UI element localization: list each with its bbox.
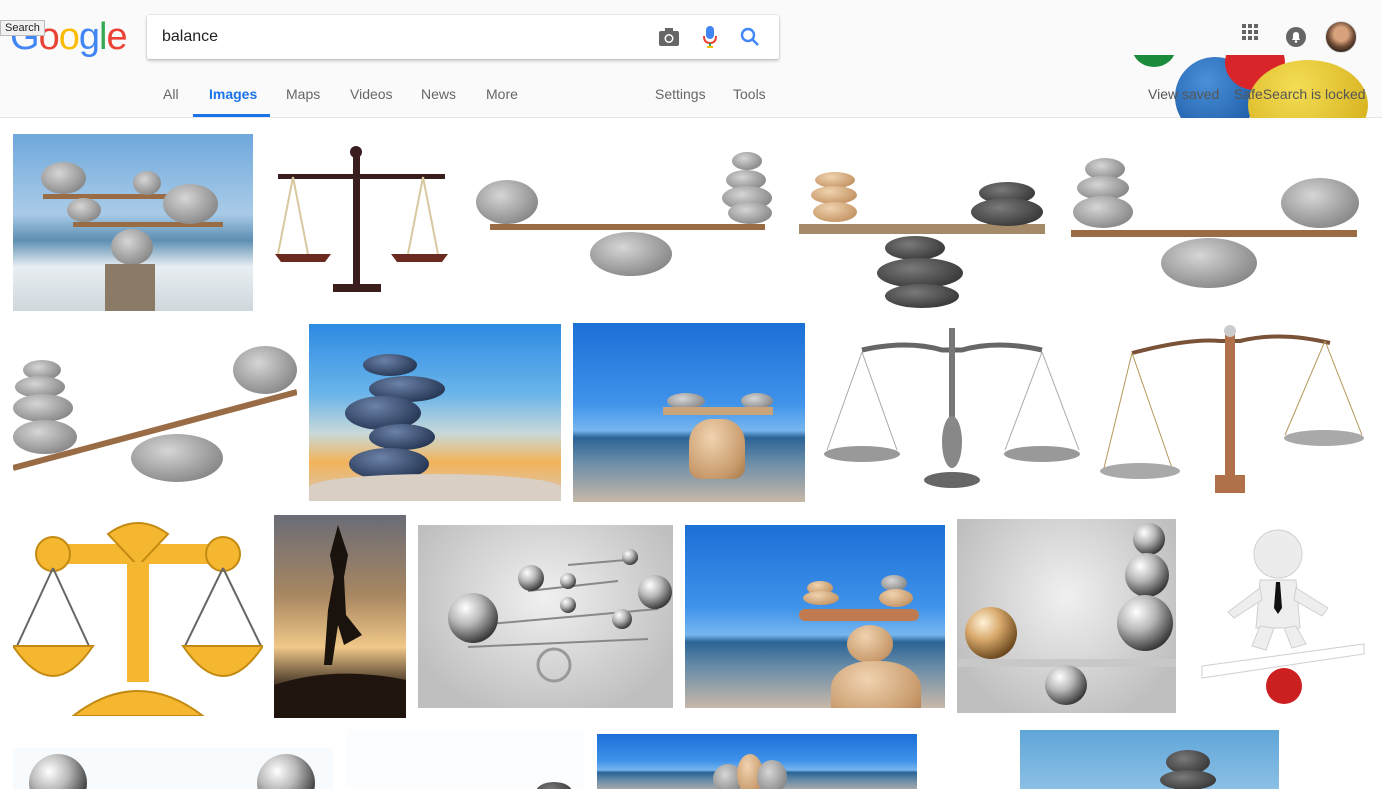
image-result[interactable] (274, 515, 406, 718)
tab-maps[interactable]: Maps (286, 86, 320, 102)
image-result[interactable] (597, 734, 917, 789)
logo-letter: o (58, 16, 80, 58)
image-result[interactable] (418, 525, 673, 708)
notifications-icon[interactable] (1285, 26, 1307, 53)
image-result[interactable] (470, 144, 780, 300)
tab-all[interactable]: All (163, 86, 179, 102)
logo-letter: l (98, 16, 108, 58)
active-tab-indicator (193, 114, 270, 117)
image-result[interactable] (13, 342, 297, 500)
search-tabs: All Images Maps Videos News More Setting… (0, 72, 1382, 118)
microphone-icon[interactable] (698, 25, 722, 49)
avatar[interactable] (1325, 21, 1357, 53)
tab-tools[interactable]: Tools (733, 86, 766, 102)
image-result[interactable] (1188, 516, 1369, 716)
search-input[interactable] (162, 25, 642, 49)
header: Search Google balance All Images Maps Vi… (0, 0, 1382, 118)
tab-more[interactable]: More (486, 86, 518, 102)
image-results-grid (0, 118, 1382, 789)
image-result[interactable] (685, 525, 945, 708)
tab-images[interactable]: Images (209, 86, 257, 102)
tab-news[interactable]: News (421, 86, 456, 102)
image-result[interactable] (273, 142, 450, 302)
image-result[interactable] (346, 730, 584, 789)
logo-letter: e (106, 16, 127, 58)
apps-grid-icon[interactable] (1240, 22, 1260, 47)
camera-icon[interactable] (657, 25, 681, 49)
image-result[interactable] (573, 323, 805, 502)
search-tooltip: Search (0, 20, 45, 36)
image-result[interactable] (13, 748, 333, 789)
image-result[interactable] (793, 138, 1048, 308)
image-result[interactable] (13, 134, 253, 311)
image-result[interactable] (13, 516, 263, 716)
safesearch-status[interactable]: SafeSearch is locked (1234, 86, 1366, 102)
search-icon[interactable] (738, 25, 762, 49)
image-result[interactable] (957, 519, 1176, 713)
logo-letter: g (78, 16, 100, 58)
image-result[interactable] (309, 324, 561, 501)
tab-videos[interactable]: Videos (350, 86, 393, 102)
image-result[interactable] (1065, 152, 1365, 292)
image-result[interactable] (817, 322, 1087, 502)
image-result[interactable] (1020, 730, 1279, 789)
search-box (147, 15, 779, 59)
tab-settings[interactable]: Settings (655, 86, 706, 102)
image-result[interactable] (1100, 323, 1367, 501)
view-saved-link[interactable]: View saved (1148, 86, 1219, 102)
